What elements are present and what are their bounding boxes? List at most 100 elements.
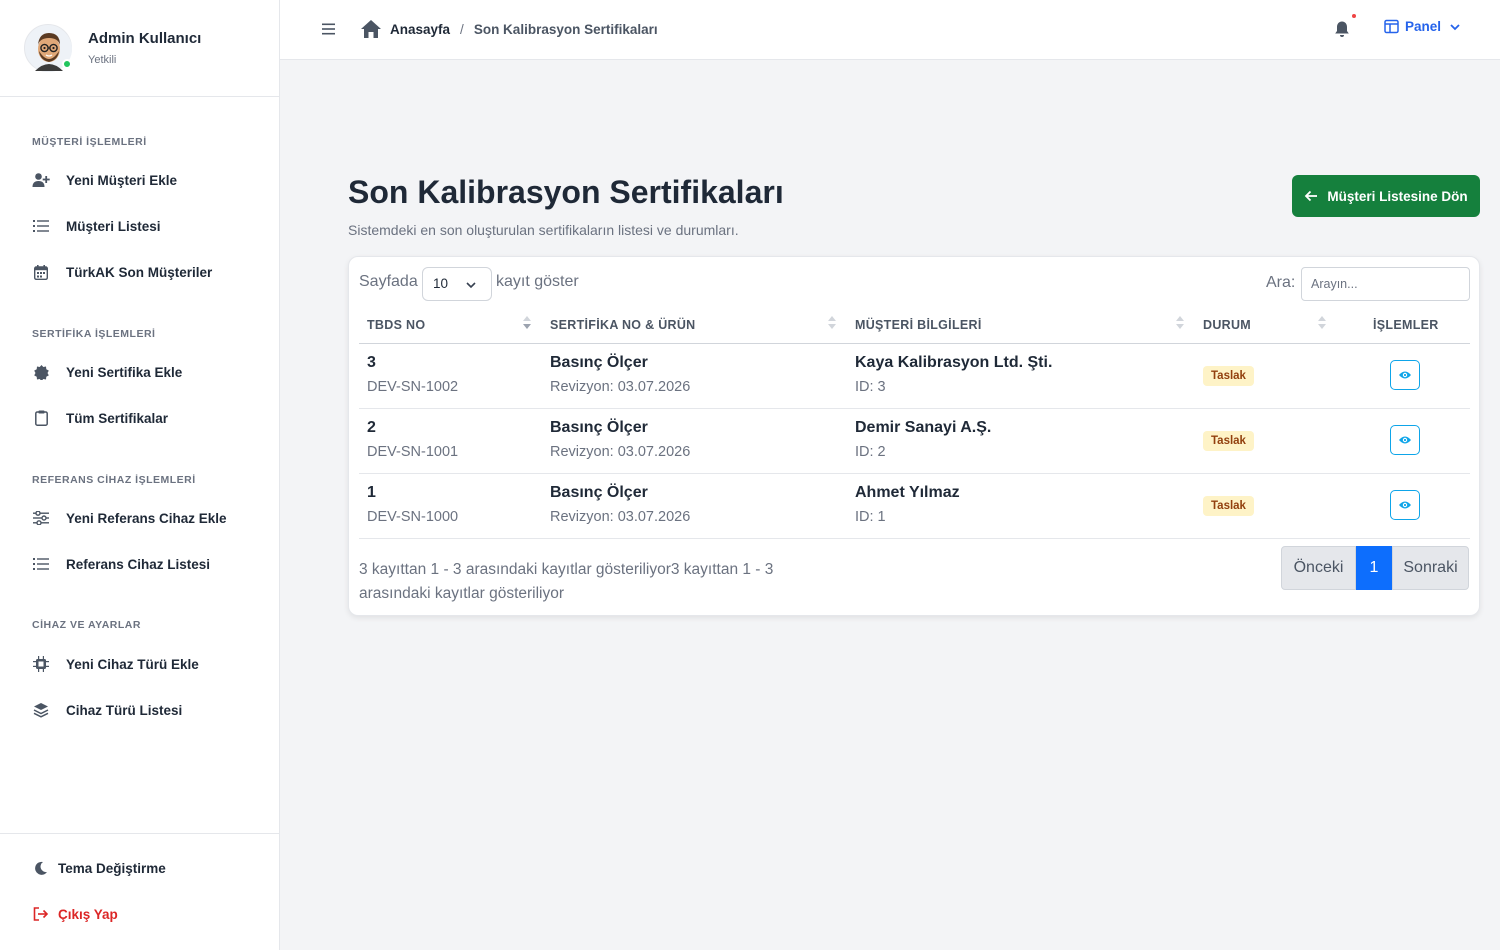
logout-icon [32, 905, 50, 923]
sidebar-item-label: Cihaz Türü Listesi [66, 702, 183, 718]
certificate-icon [32, 363, 50, 381]
table-info-text: 3 kayıttan 1 - 3 arasındaki kayıtlar gös… [359, 561, 774, 602]
pagination-next-button[interactable]: Sonraki [1392, 546, 1469, 590]
table-header-divider [359, 343, 1470, 344]
page-length-suffix: kayıt göster [496, 273, 579, 290]
serial-number: DEV-SN-1000 [367, 509, 459, 525]
arrow-left-icon [1304, 189, 1318, 203]
user-plus-icon [32, 171, 50, 189]
sidebar-item-label: Yeni Müşteri Ekle [66, 172, 178, 188]
panel-icon [1384, 19, 1399, 34]
sort-icon [1318, 316, 1326, 332]
breadcrumb-current: Son Kalibrasyon Sertifikaları [473, 21, 658, 37]
row-divider [359, 473, 1470, 474]
column-header-actions: İŞLEMLER [1373, 318, 1439, 332]
sliders-icon [32, 509, 50, 527]
row-divider [359, 408, 1470, 409]
sidebar-item-new-device-type[interactable]: Yeni Cihaz Türü Ekle [32, 652, 199, 676]
user-name: Admin Kullanıcı [88, 30, 202, 47]
revision-date: Revizyon: 03.07.2026 [550, 509, 691, 525]
column-header-customer[interactable]: MÜŞTERİ BİLGİLERİ [855, 318, 982, 332]
serial-number: DEV-SN-1002 [367, 379, 459, 395]
logout-button[interactable]: Çıkış Yap [32, 902, 118, 926]
customer-name: Ahmet Yılmaz [855, 484, 960, 501]
page-length-value: 10 [433, 276, 449, 291]
page-title: Son Kalibrasyon Sertifikaları [348, 174, 784, 210]
row-divider [359, 538, 1470, 539]
panel-dropdown[interactable]: Panel [1384, 19, 1461, 34]
sidebar-item-new-certificate[interactable]: Yeni Sertifika Ekle [32, 360, 182, 384]
status-badge: Taslak [1203, 496, 1254, 516]
list-icon [32, 555, 50, 573]
sidebar-item-label: Müşteri Listesi [66, 218, 161, 234]
customer-name: Demir Sanayi A.Ş. [855, 419, 992, 436]
column-header-status[interactable]: DURUM [1203, 318, 1251, 332]
section-title-reference-device: REFERANS CİHAZ İŞLEMLERİ [32, 474, 196, 486]
breadcrumb: Anasayfa / Son Kalibrasyon Sertifikaları [360, 19, 658, 39]
sidebar-item-reference-device-list[interactable]: Referans Cihaz Listesi [32, 552, 210, 576]
view-button[interactable] [1390, 490, 1420, 520]
sidebar-item-new-customer[interactable]: Yeni Müşteri Ekle [32, 168, 177, 192]
chip-icon [32, 655, 50, 673]
search-input[interactable] [1301, 267, 1470, 301]
breadcrumb-separator: / [460, 21, 464, 37]
view-button[interactable] [1390, 425, 1420, 455]
tbds-number: 1 [367, 484, 376, 501]
clipboard-icon [32, 409, 50, 427]
pagination: Önceki 1 Sonraki [1281, 546, 1469, 590]
sidebar-divider [0, 833, 279, 834]
sidebar-item-customer-list[interactable]: Müşteri Listesi [32, 214, 161, 238]
eye-icon [1399, 436, 1411, 444]
column-header-tbds[interactable]: TBDS NO [367, 318, 425, 332]
sidebar-item-label: Yeni Sertifika Ekle [66, 364, 183, 380]
page-length-select[interactable]: 10 [422, 267, 492, 301]
breadcrumb-home-link[interactable]: Anasayfa [390, 22, 450, 37]
panel-label: Panel [1405, 19, 1442, 34]
view-button[interactable] [1390, 360, 1420, 390]
pagination-page-1[interactable]: 1 [1356, 546, 1392, 590]
product-name: Basınç Ölçer [550, 484, 648, 501]
sort-icon [523, 316, 531, 332]
customer-id: ID: 1 [855, 509, 886, 525]
sidebar-item-label: TürkAK Son Müşteriler [66, 264, 213, 280]
revision-date: Revizyon: 03.07.2026 [550, 379, 691, 395]
avatar[interactable] [24, 24, 72, 72]
menu-toggle-icon[interactable] [320, 20, 338, 38]
moon-icon [32, 859, 50, 877]
home-icon[interactable] [360, 19, 382, 39]
customer-name: Kaya Kalibrasyon Ltd. Şti. [855, 354, 1053, 371]
status-badge: Taslak [1203, 366, 1254, 386]
customer-id: ID: 3 [855, 379, 886, 395]
sidebar-item-new-reference-device[interactable]: Yeni Referans Cihaz Ekle [32, 506, 227, 530]
theme-toggle-label: Tema Değiştirme [58, 860, 166, 876]
page-subtitle: Sistemdeki en son oluşturulan sertifikal… [348, 222, 739, 238]
column-header-certificate[interactable]: SERTİFİKA NO & ÜRÜN [550, 318, 696, 332]
sidebar: Admin Kullanıcı Yetkili MÜŞTERİ İŞLEMLER… [0, 0, 280, 950]
back-to-customer-list-button[interactable]: Müşteri Listesine Dön [1292, 175, 1480, 217]
calendar-icon [32, 263, 50, 281]
theme-toggle[interactable]: Tema Değiştirme [32, 856, 166, 880]
topbar: Anasayfa / Son Kalibrasyon Sertifikaları… [280, 0, 1500, 60]
serial-number: DEV-SN-1001 [367, 444, 459, 460]
section-title-device-settings: CİHAZ VE AYARLAR [32, 619, 141, 631]
revision-date: Revizyon: 03.07.2026 [550, 444, 691, 460]
bell-icon[interactable] [1334, 20, 1352, 38]
sort-icon [828, 316, 836, 332]
sidebar-item-label: Yeni Referans Cihaz Ekle [66, 510, 227, 526]
chevron-down-icon [1449, 21, 1461, 33]
user-role: Yetkili [88, 54, 117, 66]
layers-icon [32, 701, 50, 719]
eye-icon [1399, 501, 1411, 509]
section-title-certificate: SERTİFİKA İŞLEMLERİ [32, 328, 156, 340]
product-name: Basınç Ölçer [550, 354, 648, 371]
pagination-prev-button[interactable]: Önceki [1281, 546, 1356, 590]
tbds-number: 2 [367, 419, 376, 436]
list-icon [32, 217, 50, 235]
sidebar-item-all-certificates[interactable]: Tüm Sertifikalar [32, 406, 168, 430]
sidebar-item-turkak-customers[interactable]: TürkAK Son Müşteriler [32, 260, 212, 284]
eye-icon [1399, 371, 1411, 379]
back-button-label: Müşteri Listesine Dön [1327, 188, 1468, 204]
tbds-number: 3 [367, 354, 376, 371]
sidebar-item-label: Referans Cihaz Listesi [66, 556, 211, 572]
sidebar-item-device-type-list[interactable]: Cihaz Türü Listesi [32, 698, 182, 722]
